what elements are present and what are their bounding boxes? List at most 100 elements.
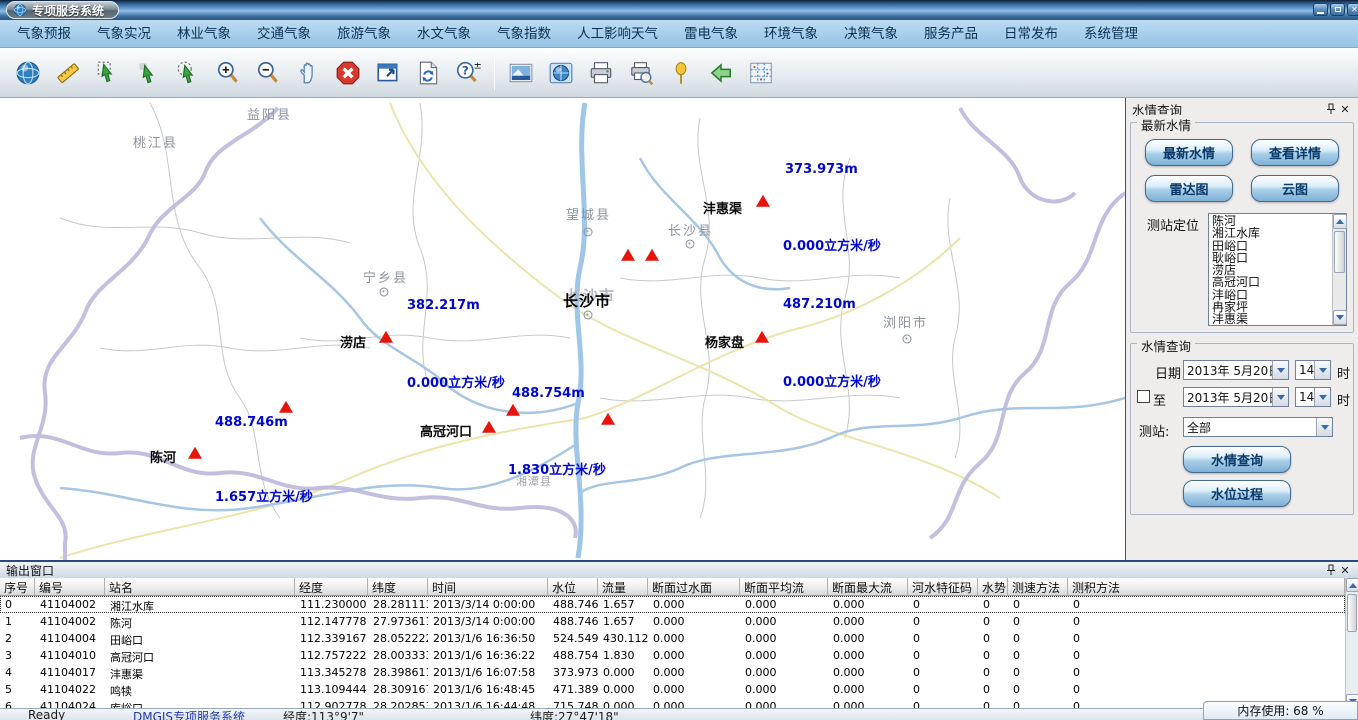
station-listbox[interactable]: 陈河湘江水库田峪口耿峪口涝店高冠河口沣峪口冉家坪沣惠渠 [1208,213,1347,326]
menu-item[interactable]: 气象指数 [484,20,564,48]
menu-item[interactable]: 气象预报 [4,20,84,48]
menu-item[interactable]: 气象实况 [84,20,164,48]
identify-icon[interactable]: ?± [448,52,488,94]
panel-close-icon[interactable]: ✕ [1338,102,1352,116]
station-triangle-icon[interactable] [601,413,615,425]
table-row[interactable]: 141104002陈河112.14777827.9736112013/3/14 … [0,613,1345,630]
cloud-chart-button[interactable]: 云图 [1251,175,1339,202]
station-triangle-icon[interactable] [379,331,393,343]
column-header[interactable]: 断面最大流 [828,578,908,596]
station-triangle-icon[interactable] [755,331,769,343]
stop-icon[interactable] [328,52,368,94]
column-header[interactable]: 水位 [548,578,598,596]
menu-item[interactable]: 水文气象 [404,20,484,48]
menu-item[interactable]: 服务产品 [911,20,991,48]
measure-icon[interactable] [48,52,88,94]
zoom-window-icon[interactable] [368,52,408,94]
station-triangle-icon[interactable] [506,404,520,416]
pan-icon[interactable] [288,52,328,94]
chevron-down-icon[interactable] [1314,361,1330,379]
menu-item[interactable]: 旅游气象 [324,20,404,48]
station-list-item[interactable]: 沣惠渠 [1210,313,1331,324]
image-export-icon[interactable] [501,52,541,94]
column-header[interactable]: 测速方法 [1008,578,1068,596]
station-triangle-icon[interactable] [482,421,496,433]
output-close-icon[interactable]: ✕ [1338,563,1352,577]
menu-item[interactable]: 雷电气象 [671,20,751,48]
station-triangle-icon[interactable] [645,249,659,261]
menu-item[interactable]: 环境气象 [751,20,831,48]
chevron-down-icon[interactable] [1272,361,1288,379]
map-canvas[interactable]: 益阳县桃江县宁乡县望城县长沙县浏阳市湘潭县长沙市 沣惠渠涝店杨家盘高冠河口陈河 … [0,98,1125,560]
column-header[interactable]: 经度 [295,578,368,596]
table-row[interactable]: 041104002湘江水库111.23000028.2811112013/3/1… [0,596,1345,613]
station-dropdown[interactable]: 全部 [1183,417,1333,437]
chevron-down-icon[interactable] [1272,388,1288,406]
station-triangle-icon[interactable] [279,401,293,413]
column-header[interactable]: 站名 [105,578,295,596]
station-list-item[interactable]: 高冠河口 [1210,276,1331,288]
select-feature-icon[interactable] [88,52,128,94]
station-list-item[interactable]: 湘江水库 [1210,227,1331,239]
date-from-dropdown[interactable]: 2013年 5月20日 [1183,360,1289,380]
back-icon[interactable] [701,52,741,94]
hour-to-dropdown[interactable]: 14 [1295,387,1331,407]
column-header[interactable]: 断面平均流 [740,578,828,596]
menu-item[interactable]: 日常发布 [991,20,1071,48]
restore-button[interactable] [1330,3,1345,16]
table-row[interactable]: 441104017沣惠渠113.34527828.3986112013/1/6 … [0,664,1345,681]
listbox-scrollbar[interactable] [1332,214,1346,325]
table-row[interactable]: 341104010高冠河口112.75722228.0033332013/1/6… [0,647,1345,664]
water-query-button[interactable]: 水情查询 [1183,446,1291,473]
menu-item[interactable]: 人工影响天气 [564,20,671,48]
column-header[interactable]: 纬度 [368,578,428,596]
chevron-down-icon[interactable] [1316,418,1332,436]
column-header[interactable]: 时间 [428,578,548,596]
column-header[interactable]: 编号 [35,578,105,596]
pin-icon[interactable] [1324,563,1338,577]
pin-icon[interactable] [1324,102,1338,116]
table-row[interactable]: 541104022鸣犊113.10944428.3091672013/1/6 1… [0,681,1345,698]
menu-item[interactable]: 决策气象 [831,20,911,48]
view-details-button[interactable]: 查看详情 [1251,139,1339,166]
print-preview-icon[interactable] [621,52,661,94]
column-header[interactable]: 测积方法 [1068,578,1345,596]
refresh-icon[interactable] [408,52,448,94]
to-checkbox[interactable] [1137,390,1150,403]
zoom-out-icon[interactable] [248,52,288,94]
radar-chart-button[interactable]: 雷达图 [1145,175,1233,202]
scroll-up-icon[interactable] [1333,214,1347,229]
station-triangle-icon[interactable] [188,447,202,459]
water-level-process-button[interactable]: 水位过程 [1183,480,1291,507]
globe-icon[interactable] [8,52,48,94]
table-row[interactable]: 641104024库峪口112.90277828.2028532013/1/6 … [0,698,1345,708]
zoom-in-icon[interactable] [208,52,248,94]
minimize-button[interactable] [1313,3,1328,16]
column-header[interactable]: 河水特征码 [908,578,978,596]
date-to-dropdown[interactable]: 2013年 5月20日 [1183,387,1289,407]
column-header[interactable]: 序号 [0,578,35,596]
chevron-down-icon[interactable] [1314,388,1330,406]
select-arrow-icon[interactable] [128,52,168,94]
latest-water-button[interactable]: 最新水情 [1145,139,1233,166]
station-triangle-icon[interactable] [621,249,635,261]
menu-item[interactable]: 交通气象 [244,20,324,48]
column-header[interactable]: 断面过水面 [648,578,740,596]
column-header[interactable]: 水势 [978,578,1008,596]
scroll-thumb[interactable] [1347,594,1357,632]
menu-item[interactable]: 系统管理 [1071,20,1151,48]
print-icon[interactable] [581,52,621,94]
grid-map-icon[interactable] [741,52,781,94]
scroll-down-icon[interactable] [1333,310,1347,325]
scroll-thumb[interactable] [1334,231,1345,273]
select-circle-icon[interactable] [168,52,208,94]
hour-from-dropdown[interactable]: 14 [1295,360,1331,380]
close-button[interactable]: ✕ [1347,3,1358,16]
column-header[interactable]: 流量 [598,578,648,596]
table-row[interactable]: 241104004田峪口112.33916728.0522222013/1/6 … [0,630,1345,647]
scroll-up-icon[interactable] [1346,578,1358,592]
window-titlebar[interactable]: 专项服务系统 ✕ [0,0,1358,20]
locate-icon[interactable] [661,52,701,94]
table-scrollbar[interactable] [1345,578,1358,708]
station-triangle-icon[interactable] [756,195,770,207]
